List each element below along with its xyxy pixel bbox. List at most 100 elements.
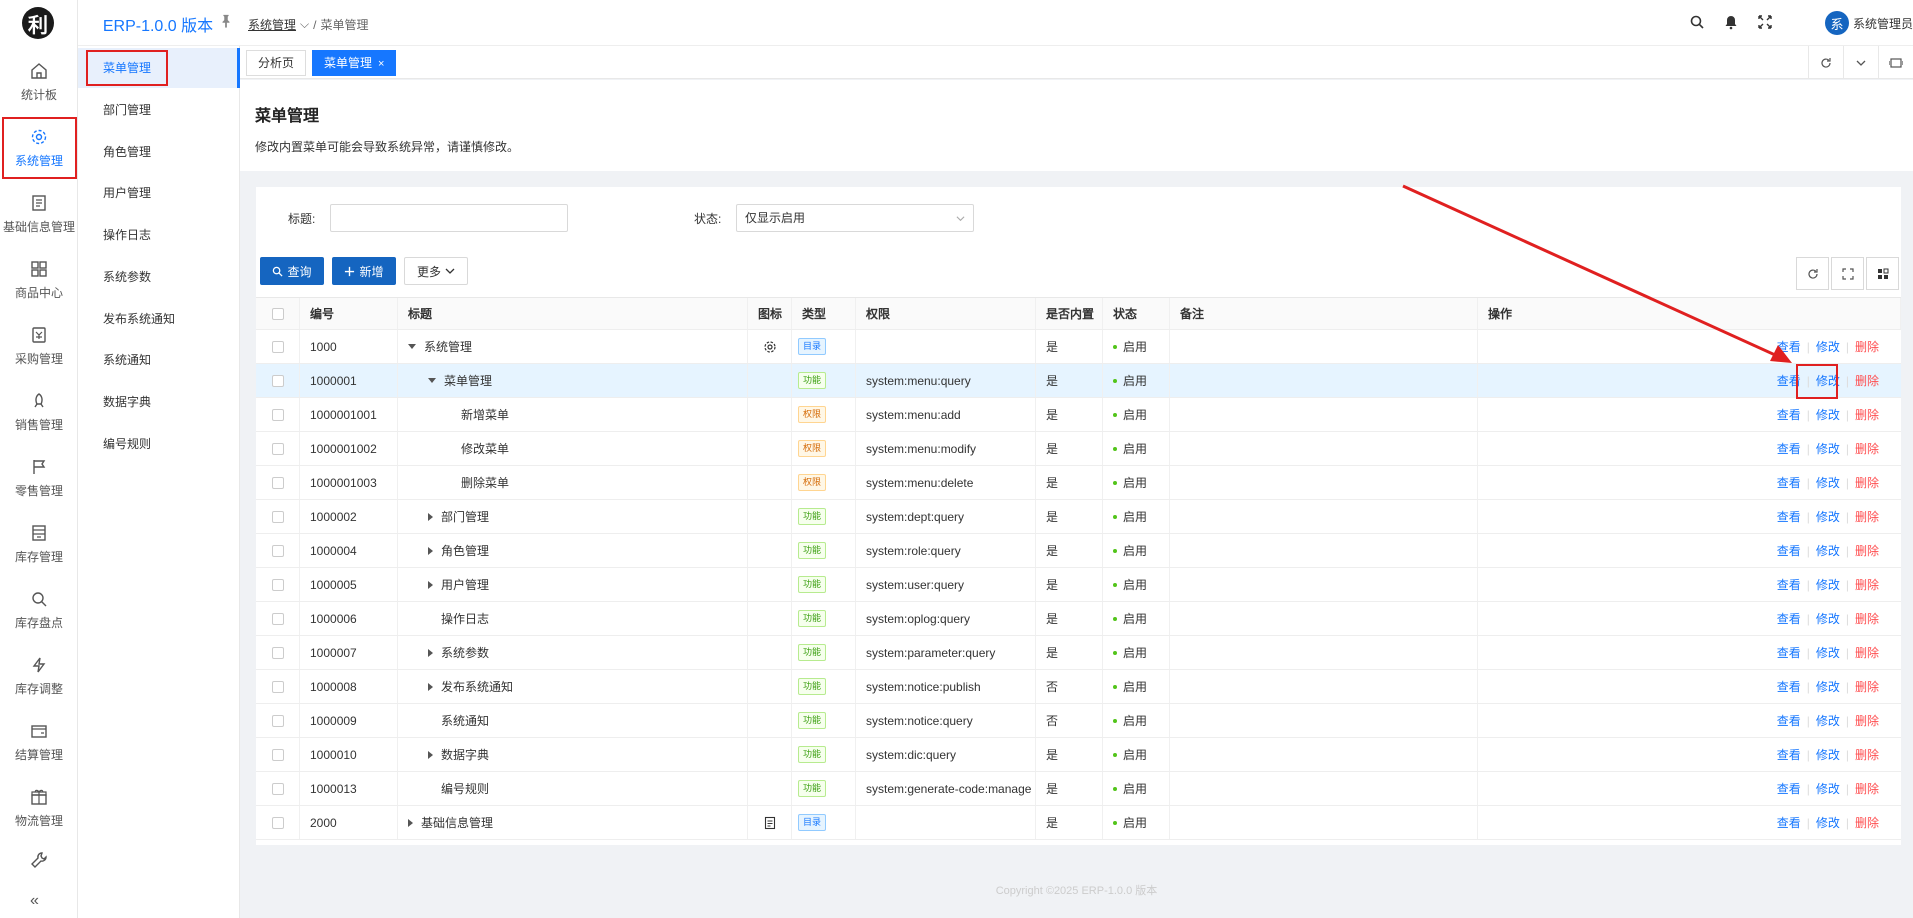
delete-link[interactable]: 删除	[1855, 406, 1879, 423]
row-checkbox[interactable]	[271, 510, 284, 523]
submenu-item[interactable]: 发布系统通知	[78, 299, 240, 339]
table-row[interactable]: 1000001001 新增菜单 权限 system:menu:add 是 启用 查看 | 修改 |…	[256, 398, 1901, 432]
row-checkbox[interactable]	[271, 374, 284, 387]
row-checkbox[interactable]	[271, 714, 284, 727]
edit-link[interactable]: 修改	[1816, 508, 1840, 525]
edit-link[interactable]: 修改	[1816, 542, 1840, 559]
edit-link[interactable]: 修改	[1816, 440, 1840, 457]
status-filter-select[interactable]: 仅显示启用	[736, 204, 974, 232]
delete-link[interactable]: 删除	[1855, 746, 1879, 763]
submenu-item[interactable]: 角色管理	[78, 132, 240, 172]
row-checkbox[interactable]	[271, 476, 284, 489]
table-row[interactable]: 1000002 部门管理 功能 system:dept:query 是 启用 查看 | 修改 | 删…	[256, 500, 1901, 534]
column-header[interactable]: 类型	[792, 298, 856, 329]
edit-link[interactable]: 修改	[1816, 576, 1840, 593]
rail-item-tools[interactable]	[0, 848, 78, 878]
submenu-item[interactable]: 编号规则	[78, 424, 240, 464]
delete-link[interactable]: 删除	[1855, 474, 1879, 491]
edit-link[interactable]: 修改	[1816, 406, 1840, 423]
edit-link[interactable]: 修改	[1816, 780, 1840, 797]
table-row[interactable]: 1000001002 修改菜单 权限 system:menu:modify 是 启用 查看 |…	[256, 432, 1901, 466]
table-row[interactable]: 1000 系统管理 目录 是 启用 查看 | 修改 | 删除	[256, 330, 1901, 364]
delete-link[interactable]: 删除	[1855, 576, 1879, 593]
delete-link[interactable]: 删除	[1855, 610, 1879, 627]
view-link[interactable]: 查看	[1777, 508, 1801, 525]
row-checkbox[interactable]	[271, 578, 284, 591]
table-row[interactable]: 1000013 编号规则 功能 system:generate-code:manage…	[256, 772, 1901, 806]
view-link[interactable]: 查看	[1777, 712, 1801, 729]
rail-item-7[interactable]: 库存管理	[0, 513, 78, 575]
rail-item-11[interactable]: 物流管理	[0, 777, 78, 839]
app-brand[interactable]: ERP-1.0.0 版本	[78, 12, 238, 36]
chevron-down-icon[interactable]: ⌵	[300, 17, 309, 32]
table-row[interactable]: 2000 基础信息管理 目录 是 启用 查看 | 修改 | 删除	[256, 806, 1901, 840]
view-link[interactable]: 查看	[1777, 542, 1801, 559]
rail-item-9[interactable]: 库存调整	[0, 645, 78, 707]
select-all-checkbox[interactable]	[271, 307, 284, 320]
edit-link[interactable]: 修改	[1816, 678, 1840, 695]
view-link[interactable]: 查看	[1777, 576, 1801, 593]
table-row[interactable]: 1000005 用户管理 功能 system:user:query 是 启用 查看 | 修改 | 删…	[256, 568, 1901, 602]
chevron-down-icon[interactable]	[1843, 46, 1878, 79]
delete-link[interactable]: 删除	[1855, 338, 1879, 355]
submenu-item[interactable]: 数据字典	[78, 382, 240, 422]
row-checkbox[interactable]	[271, 408, 284, 421]
table-row[interactable]: 1000004 角色管理 功能 system:role:query 是 启用 查看 | 修改 | 删…	[256, 534, 1901, 568]
user-name[interactable]: 系统管理员	[1853, 15, 1913, 32]
search-icon[interactable]	[1689, 14, 1705, 30]
rail-item-6[interactable]: 零售管理	[0, 447, 78, 509]
close-icon[interactable]: ×	[378, 58, 384, 70]
edit-link[interactable]: 修改	[1816, 814, 1840, 831]
expand-icon[interactable]	[1831, 257, 1864, 290]
table-row[interactable]: 1000008 发布系统通知 功能 system:notice:publish 否 启用 查…	[256, 670, 1901, 704]
pin-icon[interactable]	[219, 14, 233, 28]
refresh-icon[interactable]	[1796, 257, 1829, 290]
rail-item-0[interactable]: 统计板	[0, 51, 78, 113]
delete-link[interactable]: 删除	[1855, 440, 1879, 457]
delete-link[interactable]: 删除	[1855, 542, 1879, 559]
edit-link[interactable]: 修改	[1816, 712, 1840, 729]
user-menu[interactable]: 系 系统管理员	[1824, 11, 1913, 35]
view-link[interactable]: 查看	[1777, 678, 1801, 695]
table-row[interactable]: 1000010 数据字典 功能 system:dic:query 是 启用 查看 | 修改 | 删除	[256, 738, 1901, 772]
edit-link[interactable]: 修改	[1816, 474, 1840, 491]
column-header[interactable]: 编号	[300, 298, 398, 329]
view-link[interactable]: 查看	[1777, 644, 1801, 661]
expand-caret-icon[interactable]	[428, 512, 433, 521]
row-checkbox[interactable]	[271, 612, 284, 625]
collapse-caret-icon[interactable]	[428, 378, 436, 383]
expand-caret-icon[interactable]	[428, 546, 433, 555]
rail-item-2[interactable]: 基础信息管理	[0, 183, 78, 245]
submenu-item[interactable]: 菜单管理	[78, 48, 240, 88]
edit-link[interactable]: 修改	[1816, 338, 1840, 355]
column-header[interactable]: 状态	[1103, 298, 1170, 329]
delete-link[interactable]: 删除	[1855, 644, 1879, 661]
app-logo[interactable]: 利	[22, 7, 54, 39]
delete-link[interactable]: 删除	[1855, 372, 1879, 389]
rail-item-4[interactable]: 采购管理	[0, 315, 78, 377]
view-link[interactable]: 查看	[1777, 780, 1801, 797]
rail-item-3[interactable]: 商品中心	[0, 249, 78, 311]
submenu-item[interactable]: 系统通知	[78, 340, 240, 380]
row-checkbox[interactable]	[271, 442, 284, 455]
table-row[interactable]: 1000001003 删除菜单 权限 system:menu:delete 是 启用 查看 |…	[256, 466, 1901, 500]
view-link[interactable]: 查看	[1777, 746, 1801, 763]
table-row[interactable]: 1000007 系统参数 功能 system:parameter:query 是 启用 查看…	[256, 636, 1901, 670]
view-link[interactable]: 查看	[1777, 440, 1801, 457]
row-checkbox[interactable]	[271, 680, 284, 693]
table-row[interactable]: 1000009 系统通知 功能 system:notice:query 否 启用 查看 | 修改…	[256, 704, 1901, 738]
delete-link[interactable]: 删除	[1855, 712, 1879, 729]
expand-caret-icon[interactable]	[428, 648, 433, 657]
delete-link[interactable]: 删除	[1855, 780, 1879, 797]
column-header[interactable]: 操作	[1478, 298, 1901, 329]
reload-icon[interactable]	[1808, 46, 1843, 79]
expand-caret-icon[interactable]	[428, 750, 433, 759]
view-link[interactable]: 查看	[1777, 406, 1801, 423]
bell-icon[interactable]	[1723, 14, 1739, 30]
tab-menu-management[interactable]: 菜单管理 ×	[312, 50, 397, 76]
edit-link[interactable]: 修改	[1816, 610, 1840, 627]
view-link[interactable]: 查看	[1777, 814, 1801, 831]
row-checkbox[interactable]	[271, 782, 284, 795]
row-checkbox[interactable]	[271, 748, 284, 761]
submenu-item[interactable]: 操作日志	[78, 215, 240, 255]
